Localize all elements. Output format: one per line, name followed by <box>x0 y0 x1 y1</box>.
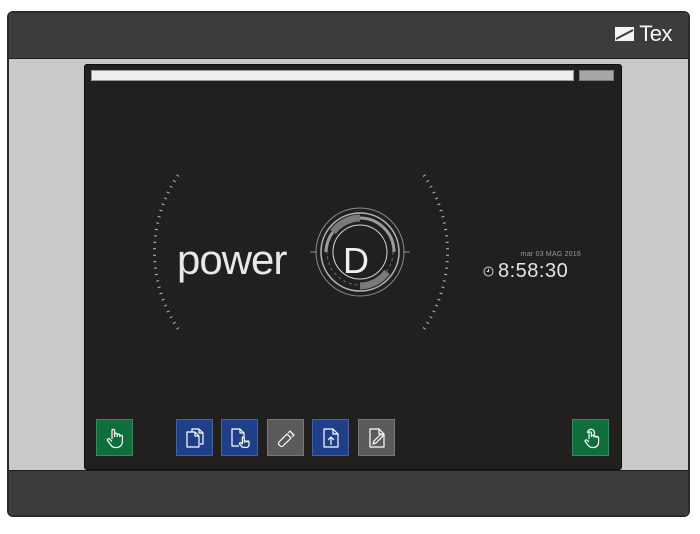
left-tick <box>166 191 170 194</box>
document-touch-button[interactable] <box>221 419 258 456</box>
right-tick <box>426 321 430 325</box>
touch-tap-icon <box>584 428 599 448</box>
left-tick <box>154 228 158 231</box>
power-wordmark: power <box>177 236 287 283</box>
bezel-top-bar: Tex <box>9 13 688 59</box>
document-upload-icon <box>322 427 339 448</box>
right-tick <box>432 191 436 194</box>
usb-drive-button[interactable] <box>267 419 304 456</box>
power-d-letter: D <box>343 240 369 281</box>
left-tick <box>172 321 176 325</box>
bezel-bottom-bar <box>9 470 688 515</box>
right-tick <box>442 222 447 224</box>
left-tick <box>176 327 180 330</box>
hand-pointer-button[interactable] <box>96 419 133 456</box>
left-tick <box>169 185 173 188</box>
left-tick <box>163 197 168 200</box>
touch-tap-button[interactable] <box>572 419 609 456</box>
brand: Tex <box>615 21 672 47</box>
right-tick-arc <box>422 174 450 330</box>
right-tick <box>441 215 445 218</box>
clock-display: 8:58:30 <box>483 261 568 281</box>
right-tick <box>441 286 445 289</box>
right-tick <box>439 292 443 295</box>
left-tick <box>166 310 170 313</box>
device-bezel: Tex power D mar 03 MAG 2016 8:58:30 <box>7 11 690 517</box>
right-tick <box>442 280 447 282</box>
right-tick <box>444 228 448 231</box>
copy-documents-button[interactable] <box>176 419 213 456</box>
progress-bar <box>91 70 574 81</box>
left-tick <box>169 316 173 319</box>
hand-pointer-icon <box>106 428 123 448</box>
current-time: 8:58:30 <box>498 260 569 282</box>
right-tick <box>444 273 448 276</box>
left-tick <box>157 215 161 218</box>
current-date: mar 03 MAG 2016 <box>520 251 581 258</box>
right-tick <box>437 298 441 301</box>
left-tick <box>154 273 158 276</box>
left-tick-arc <box>152 174 180 330</box>
left-tick <box>161 298 165 301</box>
right-tick <box>439 209 443 212</box>
right-tick <box>434 197 439 200</box>
progress-side-block <box>579 70 614 81</box>
left-tick <box>161 203 165 206</box>
right-tick <box>429 316 433 319</box>
left-tick <box>176 174 180 177</box>
document-edit-button[interactable] <box>358 419 395 456</box>
document-touch-icon <box>230 427 250 448</box>
right-tick <box>422 174 426 177</box>
right-tick <box>437 203 441 206</box>
left-tick <box>172 179 176 183</box>
left-tick <box>157 286 161 289</box>
document-upload-button[interactable] <box>312 419 349 456</box>
left-tick <box>159 292 163 295</box>
right-tick <box>426 179 430 183</box>
right-tick <box>434 304 439 307</box>
document-edit-icon <box>368 427 385 448</box>
left-tick <box>159 209 163 212</box>
brand-name: Tex <box>639 21 672 46</box>
copy-documents-icon <box>185 427 204 448</box>
usb-drive-icon <box>277 429 295 447</box>
brand-slash-icon <box>615 27 635 41</box>
left-tick <box>163 304 168 307</box>
left-tick <box>155 280 160 282</box>
clock-icon <box>483 266 494 276</box>
right-tick <box>429 185 433 188</box>
right-tick <box>432 310 436 313</box>
left-tick <box>155 222 160 224</box>
hmi-screen: power D mar 03 MAG 2016 8:58:30 <box>84 64 622 470</box>
right-tick <box>422 327 426 330</box>
